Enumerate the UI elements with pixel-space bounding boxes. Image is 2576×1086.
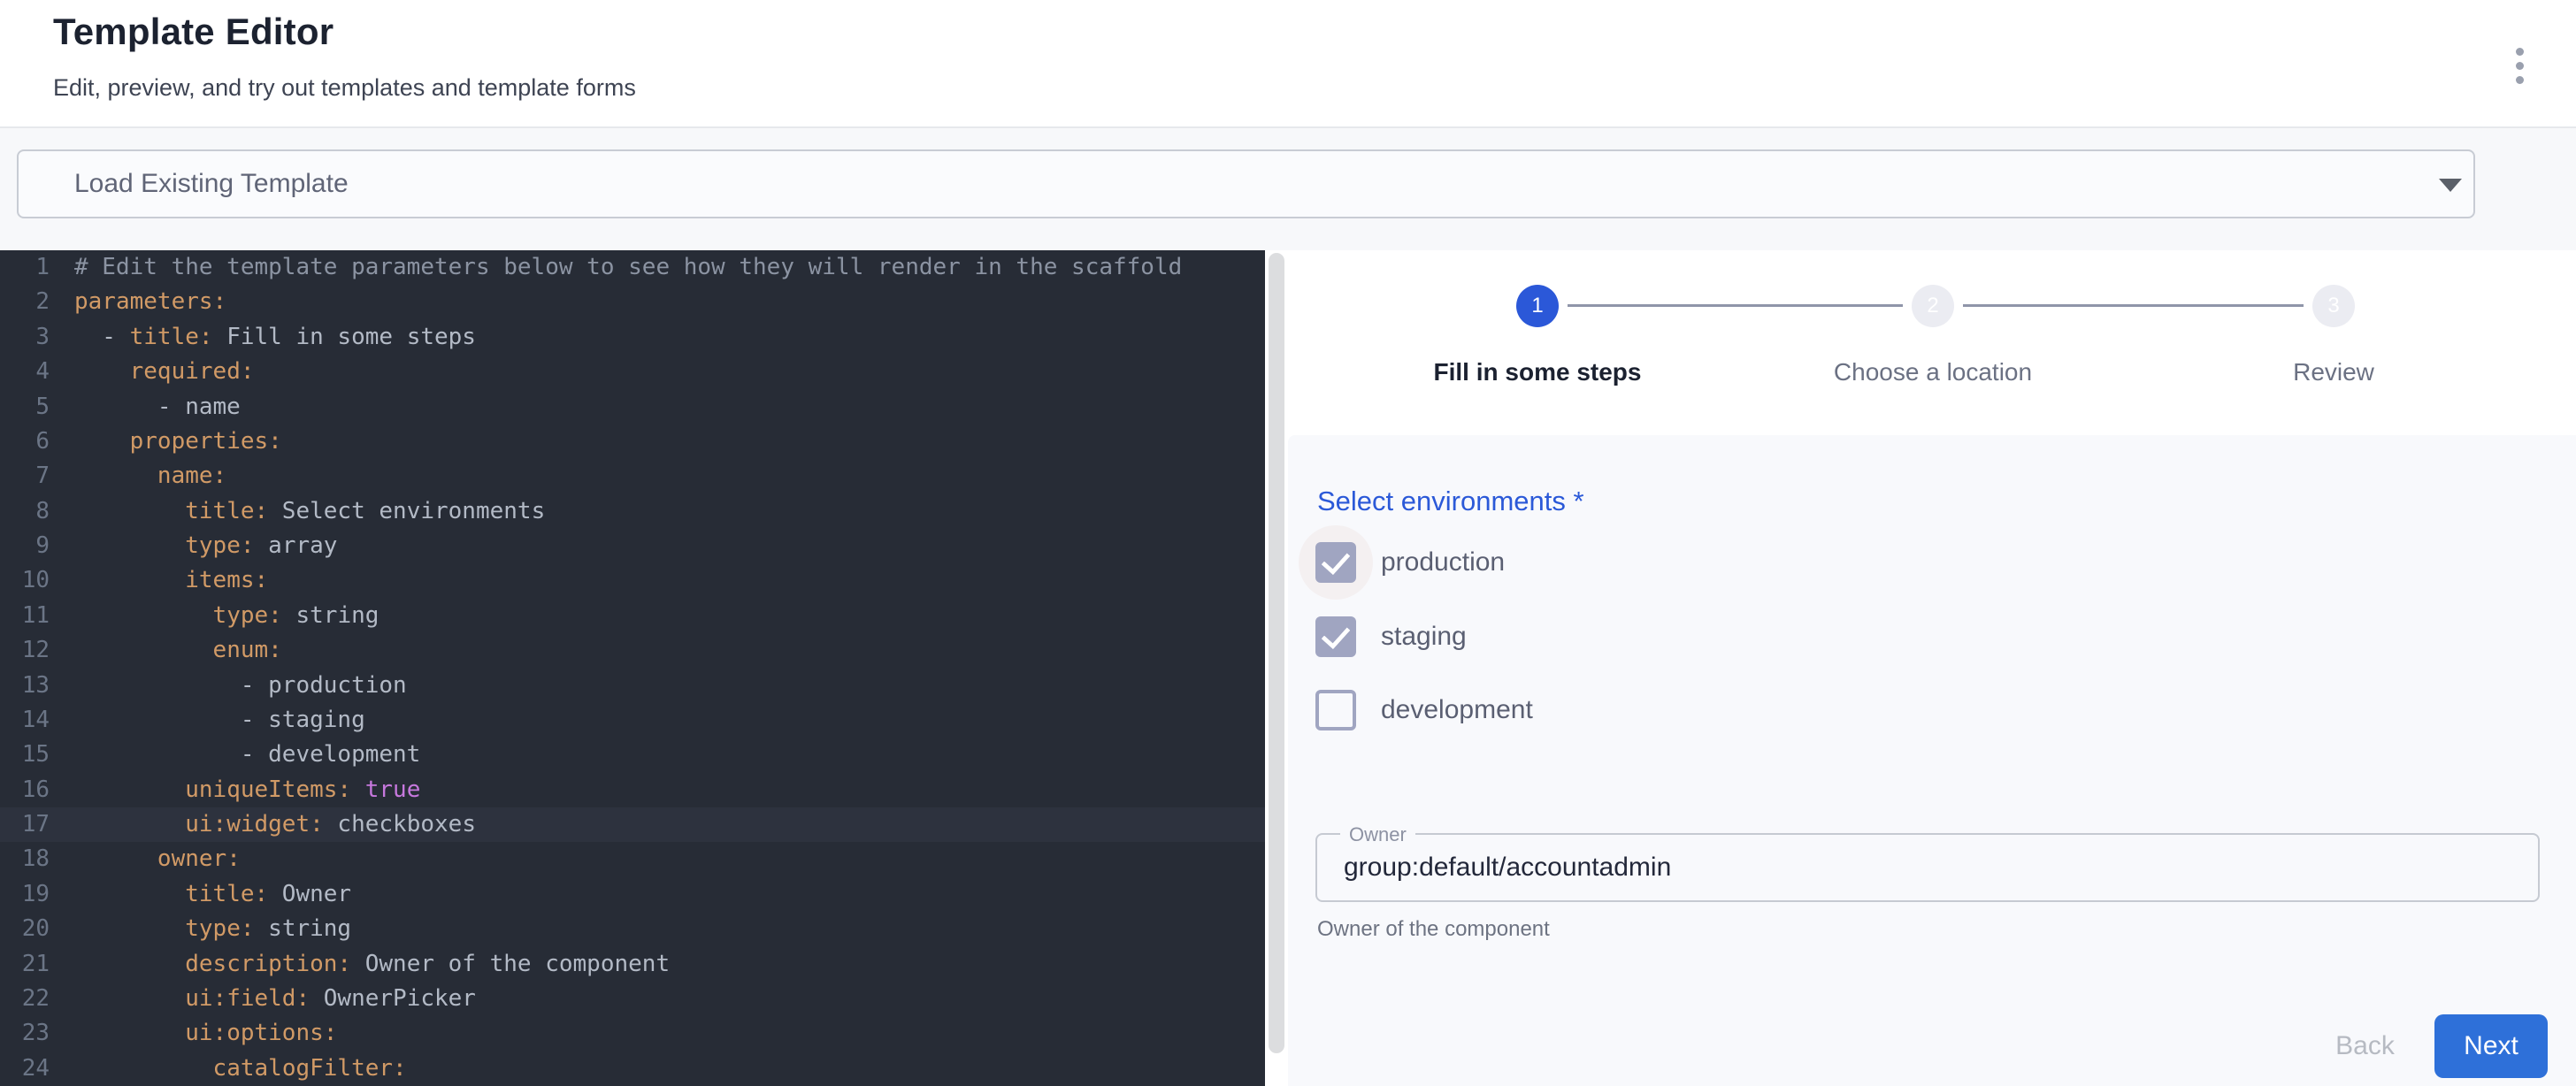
stepper: 1 Fill in some steps 2 Choose a location 3 Re… — [1288, 250, 2576, 435]
environments-checkbox-group: production staging development — [1288, 435, 2576, 1086]
code-line: 12 enum: — [0, 633, 1265, 668]
line-number: 21 — [0, 947, 50, 982]
checkbox-unchecked-icon — [1315, 690, 1356, 730]
code-line: 14 - staging — [0, 703, 1265, 738]
step-2-label: Choose a location — [1774, 358, 2092, 386]
next-button[interactable]: Next — [2434, 1014, 2548, 1078]
line-number: 23 — [0, 1016, 50, 1051]
checkbox-checked-icon — [1315, 616, 1356, 657]
line-number: 4 — [0, 355, 50, 389]
code-line: 24 catalogFilter: — [0, 1052, 1265, 1086]
checkbox-row-development[interactable]: development — [1315, 690, 1533, 730]
line-number: 3 — [0, 320, 50, 355]
line-number: 9 — [0, 529, 50, 563]
dropdown-caret-icon — [2439, 179, 2462, 192]
code-line: 3 - title: Fill in some steps — [0, 320, 1265, 355]
code-line: 1# Edit the template parameters below to… — [0, 250, 1265, 285]
code-line: 19 title: Owner — [0, 877, 1265, 912]
code-line: 16 uniqueItems: true — [0, 773, 1265, 807]
line-number: 1 — [0, 250, 50, 285]
owner-helper-text: Owner of the component — [1317, 917, 1550, 942]
editor-scrollbar-thumb[interactable] — [1269, 253, 1284, 1053]
code-line: 11 type: string — [0, 599, 1265, 633]
line-number: 10 — [0, 563, 50, 598]
code-line: 6 properties: — [0, 424, 1265, 459]
line-number: 2 — [0, 285, 50, 319]
editor-scrollbar-track — [1265, 250, 1288, 1086]
page-title: Template Editor — [53, 11, 334, 53]
code-line: 23 ui:options: — [0, 1016, 1265, 1051]
select-placeholder: Load Existing Template — [74, 169, 349, 199]
line-number: 19 — [0, 877, 50, 912]
yaml-code-editor[interactable]: 1# Edit the template parameters below to… — [0, 250, 1265, 1086]
load-existing-template-select[interactable]: Load Existing Template — [17, 149, 2475, 218]
page-subtitle: Edit, preview, and try out templates and… — [53, 74, 636, 102]
checkbox-row-staging[interactable]: staging — [1315, 616, 1467, 657]
code-line: 21 description: Owner of the component — [0, 947, 1265, 982]
line-number: 16 — [0, 773, 50, 807]
code-line: 4 required: — [0, 355, 1265, 389]
checkbox-row-production[interactable]: production — [1315, 542, 1505, 583]
step-connector — [1568, 304, 1903, 307]
code-line: 10 items: — [0, 563, 1265, 598]
code-line: 20 type: string — [0, 912, 1265, 946]
code-line: 15 - development — [0, 738, 1265, 772]
line-number: 13 — [0, 669, 50, 703]
line-number: 8 — [0, 494, 50, 529]
template-select-strip: Load Existing Template — [0, 128, 2576, 250]
page-header: Template Editor Edit, preview, and try o… — [0, 0, 2576, 128]
line-number: 22 — [0, 982, 50, 1016]
owner-input[interactable] — [1344, 842, 2494, 893]
template-form-panel: Select environments * productionstagingd… — [1288, 435, 2576, 1086]
check-mark-icon — [1322, 620, 1351, 650]
back-button[interactable]: Back — [2314, 1014, 2416, 1078]
checkbox-label: development — [1381, 695, 1533, 725]
code-line: 8 title: Select environments — [0, 494, 1265, 529]
step-3-label: Review — [2174, 358, 2493, 386]
kebab-dot — [2516, 76, 2524, 84]
step-2-circle: 2 — [1912, 285, 1954, 327]
owner-field: Owner — [1315, 833, 2540, 902]
code-line: 18 owner: — [0, 842, 1265, 876]
code-line: 2parameters: — [0, 285, 1265, 319]
line-number: 18 — [0, 842, 50, 876]
line-number: 11 — [0, 599, 50, 633]
line-number: 7 — [0, 459, 50, 493]
code-line: 22 ui:field: OwnerPicker — [0, 982, 1265, 1016]
kebab-dot — [2516, 62, 2524, 70]
code-line: 7 name: — [0, 459, 1265, 493]
line-number: 6 — [0, 424, 50, 459]
checkbox-label: production — [1381, 547, 1505, 577]
line-number: 17 — [0, 807, 50, 842]
code-line: 17 ui:widget: checkboxes — [0, 807, 1265, 842]
step-3-circle: 3 — [2312, 285, 2355, 327]
checkbox-label: staging — [1381, 622, 1467, 652]
line-number: 15 — [0, 738, 50, 772]
step-connector — [1963, 304, 2304, 307]
line-number: 24 — [0, 1052, 50, 1086]
line-number: 5 — [0, 390, 50, 424]
check-mark-icon — [1322, 546, 1351, 576]
code-line: 13 - production — [0, 669, 1265, 703]
checkbox-checked-icon — [1315, 542, 1356, 583]
more-options-kebab-icon[interactable] — [2496, 35, 2542, 92]
kebab-dot — [2516, 48, 2524, 56]
code-line: 5 - name — [0, 390, 1265, 424]
step-1-circle: 1 — [1516, 285, 1559, 327]
line-number: 20 — [0, 912, 50, 946]
line-number: 12 — [0, 633, 50, 668]
line-number: 14 — [0, 703, 50, 738]
step-1-label: Fill in some steps — [1378, 358, 1697, 386]
code-line: 9 type: array — [0, 529, 1265, 563]
